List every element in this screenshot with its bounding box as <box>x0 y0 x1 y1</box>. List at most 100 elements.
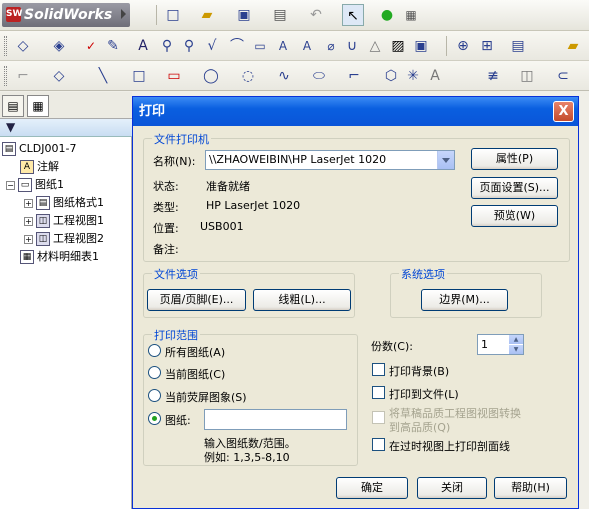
polygon-icon[interactable]: ⬡ <box>380 65 402 87</box>
rectangle-icon[interactable]: □ <box>128 65 150 87</box>
filter-bar[interactable]: ▼ <box>0 119 132 137</box>
auto-balloon-icon[interactable]: ⚲ <box>178 35 200 57</box>
copies-spinner[interactable]: ▲ ▼ <box>509 335 523 354</box>
sketch-toolbar: ⌐ ◇ ╲ □ ▭ ◯ ◌ ∿ ⬭ ⌐ ⬡ ✳ A ≢ ◫ ⊂ <box>0 61 589 91</box>
close-button[interactable]: 关闭 <box>417 477 487 499</box>
options-icon[interactable]: ▦ <box>400 4 422 26</box>
datum-target-icon[interactable]: ⌀ <box>320 35 342 57</box>
warning-icon[interactable]: △ <box>364 35 386 57</box>
offset-icon[interactable]: ⊂ <box>552 65 574 87</box>
smart-dim-sketch-icon[interactable]: ◇ <box>48 65 70 87</box>
trim-icon[interactable]: ≢ <box>482 65 504 87</box>
spell-check-icon[interactable]: ✓ <box>80 35 102 57</box>
balloon-icon[interactable]: ⚲ <box>156 35 178 57</box>
current-screen-label[interactable]: 当前荧屏图象(S) <box>165 389 247 405</box>
feature-tree-tab-icon[interactable]: ▤ <box>2 95 24 117</box>
arc-icon[interactable]: ◌ <box>237 65 259 87</box>
smart-dimension-icon[interactable]: ◇ <box>12 35 34 57</box>
expand-icon[interactable]: + <box>24 198 33 208</box>
filter-icon[interactable]: ▼ <box>6 120 15 134</box>
tree-root[interactable]: ▤ CLDJ001-7 <box>2 140 77 158</box>
fillet-icon[interactable]: ⌐ <box>343 65 365 87</box>
dialog-title-bar[interactable]: 打印 <box>133 97 578 126</box>
print-background-label[interactable]: 打印背景(B) <box>389 363 449 379</box>
printer-name-label: 名称(N): <box>153 155 196 168</box>
print-icon[interactable]: ▤ <box>269 4 291 26</box>
copies-stepper[interactable]: 1 ▲ ▼ <box>477 334 524 355</box>
hole-callout-icon[interactable]: ▭ <box>249 35 271 57</box>
save-icon[interactable]: ▣ <box>233 4 255 26</box>
format-painter-icon[interactable]: ✎ <box>102 35 124 57</box>
collapse-icon[interactable]: − <box>6 180 15 190</box>
expand-icon[interactable]: + <box>24 234 33 244</box>
radio-sheets[interactable] <box>148 412 161 425</box>
spin-down-icon[interactable]: ▼ <box>509 345 523 354</box>
expand-icon[interactable]: + <box>24 216 33 226</box>
solidworks-logo: SW SolidWorks <box>2 3 130 27</box>
tree-item-drawing-view1[interactable]: + ◫ 工程视图1 <box>24 212 104 230</box>
page-setup-button[interactable]: 页面设置(S)... <box>471 177 558 199</box>
sketch-icon[interactable]: ⌐ <box>12 65 34 87</box>
tree-item-annotation[interactable]: A 注解 <box>20 158 59 176</box>
table-icon[interactable]: ▤ <box>507 35 529 57</box>
rebuild-traffic-light-icon[interactable]: ● <box>376 4 398 26</box>
print-to-file-label[interactable]: 打印到文件(L) <box>389 386 459 402</box>
current-sheet-label[interactable]: 当前图纸(C) <box>165 366 225 382</box>
geometric-tolerance-icon[interactable]: A <box>272 35 294 57</box>
line-weight-button[interactable]: 线粗(L)... <box>253 289 351 311</box>
block-icon[interactable]: ▣ <box>410 35 432 57</box>
center-mark-icon[interactable]: ⊕ <box>452 35 474 57</box>
spline-icon[interactable]: ∿ <box>273 65 295 87</box>
tree-item-sheet-format[interactable]: + ▤ 图纸格式1 <box>24 194 104 212</box>
print-crosshatch-checkbox[interactable] <box>372 438 385 451</box>
properties-button[interactable]: 属性(P) <box>471 148 558 170</box>
close-icon[interactable]: X <box>553 101 574 122</box>
text-sketch-icon[interactable]: A <box>424 65 446 87</box>
note-icon[interactable]: A <box>132 35 154 57</box>
print-to-file-checkbox[interactable] <box>372 386 385 399</box>
sheet-format-icon: ▤ <box>36 196 50 210</box>
weld-symbol-icon[interactable]: ⌒ <box>226 35 248 57</box>
ellipse-icon[interactable]: ⬭ <box>308 65 330 87</box>
line-icon[interactable]: ╲ <box>92 65 114 87</box>
all-sheets-label[interactable]: 所有图纸(A) <box>165 344 225 360</box>
sheets-range-input[interactable] <box>204 409 347 430</box>
undo-icon[interactable]: ↶ <box>305 4 327 26</box>
convert-entities-icon[interactable]: ◫ <box>516 65 538 87</box>
ok-button[interactable]: 确定 <box>336 477 408 499</box>
centerline-icon[interactable]: ⊞ <box>476 35 498 57</box>
datum-feature-icon[interactable]: A <box>296 35 318 57</box>
print-dialog: 打印 X 文件打印机 名称(N): \\ZHAOWEIBIN\HP LaserJ… <box>132 96 579 509</box>
margins-button[interactable]: 边界(M)... <box>421 289 508 311</box>
radio-current-sheet[interactable] <box>148 366 161 379</box>
radio-current-screen[interactable] <box>148 389 161 402</box>
draft-to-high-quality-checkbox[interactable] <box>372 411 385 424</box>
print-background-checkbox[interactable] <box>372 363 385 376</box>
tree-item-sheet[interactable]: − ▭ 图纸1 <box>6 176 64 194</box>
select-pointer-icon[interactable]: ↖ <box>342 4 364 26</box>
surface-finish-icon[interactable]: √ <box>201 35 223 57</box>
preview-button[interactable]: 预览(W) <box>471 205 558 227</box>
radio-all-sheets[interactable] <box>148 344 161 357</box>
tree-item-drawing-view2[interactable]: + ◫ 工程视图2 <box>24 230 104 248</box>
printer-name-select[interactable]: \\ZHAOWEIBIN\HP LaserJet 1020 <box>205 150 455 170</box>
open-file-icon[interactable]: ▰ <box>196 4 218 26</box>
slot-icon[interactable]: ▭ <box>163 65 185 87</box>
chevron-down-icon[interactable] <box>437 151 454 169</box>
spin-up-icon[interactable]: ▲ <box>509 335 523 344</box>
area-hatch-icon[interactable]: ▨ <box>387 35 409 57</box>
menu-expand-arrow-icon[interactable] <box>121 9 126 19</box>
sheets-label[interactable]: 图纸: <box>165 412 191 428</box>
model-items-icon[interactable]: ◈ <box>48 35 70 57</box>
note-sticky-icon[interactable]: ▰ <box>562 35 584 57</box>
tree-item-bom[interactable]: ▦ 材料明细表1 <box>20 248 99 266</box>
header-footer-button[interactable]: 页眉/页脚(E)... <box>147 289 246 311</box>
new-file-icon[interactable]: □ <box>162 4 184 26</box>
print-crosshatch-label[interactable]: 在过时视图上打印剖面线 <box>389 438 510 454</box>
circle-icon[interactable]: ◯ <box>200 65 222 87</box>
help-button[interactable]: 帮助(H) <box>494 477 567 499</box>
property-tab-icon[interactable]: ▦ <box>27 95 49 117</box>
type-label: 类型: <box>153 201 179 214</box>
magnet-icon[interactable]: ∪ <box>341 35 363 57</box>
point-icon[interactable]: ✳ <box>402 65 424 87</box>
